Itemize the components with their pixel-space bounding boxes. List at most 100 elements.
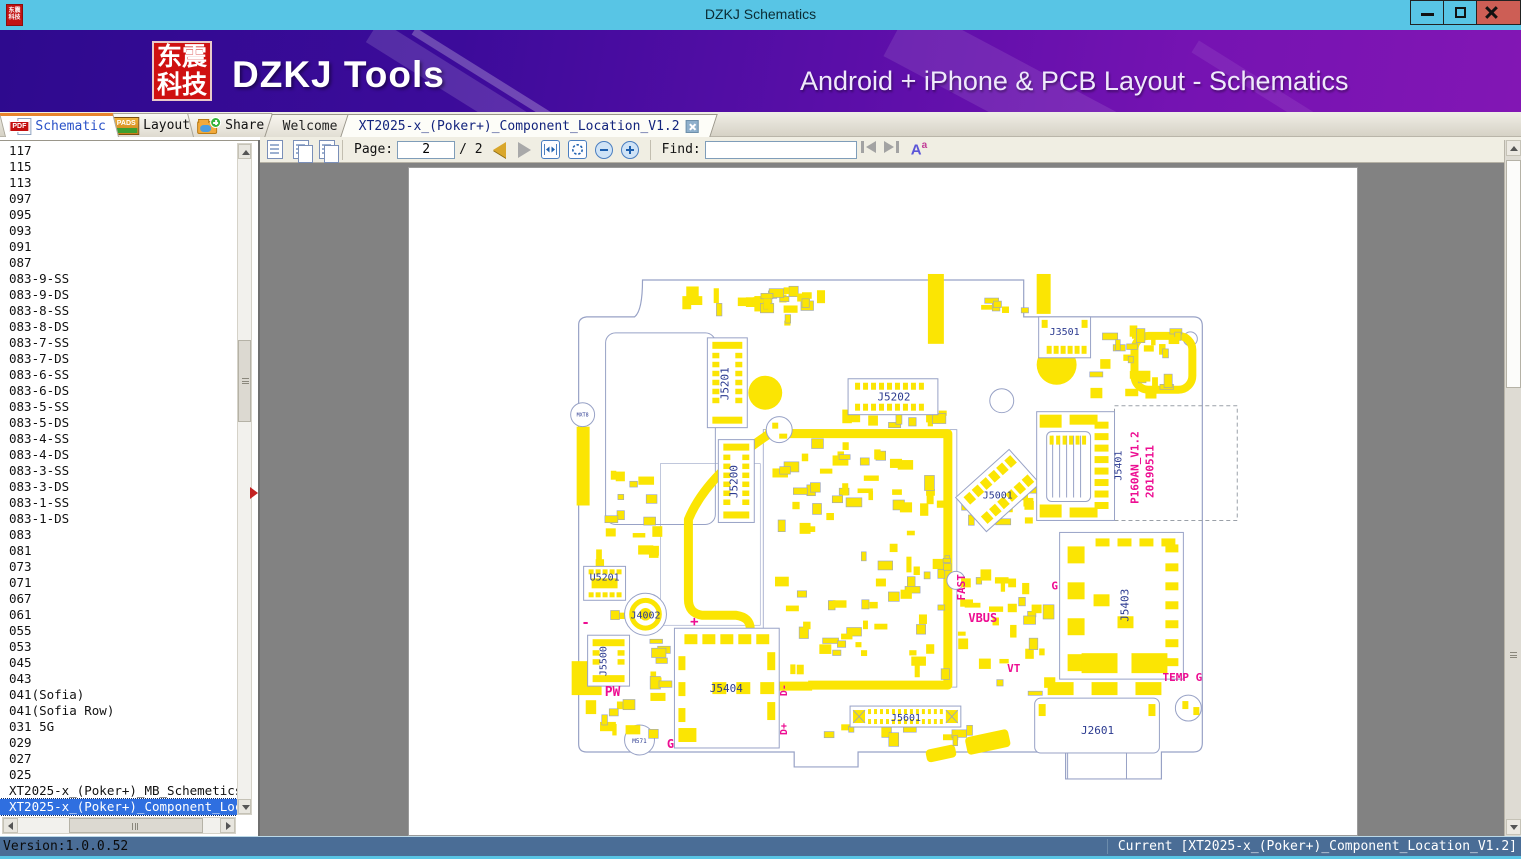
scrollbar-thumb[interactable] xyxy=(1506,160,1521,388)
sheet-list-item[interactable]: 083-7-DS xyxy=(0,351,237,367)
next-page-button[interactable] xyxy=(517,141,531,158)
sheet-list-item[interactable]: 029 xyxy=(0,735,237,751)
find-next-icon xyxy=(883,141,899,153)
sheet-list-item[interactable]: 041(Sofia Row) xyxy=(0,703,237,719)
scroll-down-button[interactable] xyxy=(238,799,251,814)
find-previous-button[interactable] xyxy=(860,140,877,159)
sidebar-horizontal-scrollbar[interactable] xyxy=(2,817,236,834)
header-banner: 东震 科技 DZKJ Tools Android + iPhone & PCB … xyxy=(0,30,1521,112)
brand-title: DZKJ Tools xyxy=(232,54,445,95)
close-tab-icon[interactable] xyxy=(685,119,699,133)
pcb-label: J5500 xyxy=(599,646,610,676)
sidebar-vertical-scrollbar[interactable] xyxy=(237,143,252,815)
pcb-label: J5403 xyxy=(1118,589,1131,622)
sheet-list-item[interactable]: 083-3-SS xyxy=(0,463,237,479)
sheet-list-item[interactable]: 083-6-DS xyxy=(0,383,237,399)
brand-logo: 东震 科技 xyxy=(152,41,212,101)
pcb-label: G xyxy=(667,737,674,751)
sheet-list-item[interactable]: 083-1-SS xyxy=(0,495,237,511)
banner-tagline: Android + iPhone & PCB Layout - Schemati… xyxy=(800,66,1349,96)
maximize-icon xyxy=(1455,7,1466,18)
pcb-label: J5001 xyxy=(983,491,1013,502)
sheet-list-item[interactable]: 053 xyxy=(0,639,237,655)
sheet-list-item[interactable]: XT2025-x_(Poker+)_Component_Location_V1.… xyxy=(0,798,237,816)
page-input[interactable] xyxy=(397,140,456,159)
scrollbar-thumb[interactable] xyxy=(238,340,251,422)
sheet-list-item[interactable]: 083-8-SS xyxy=(0,303,237,319)
sheet-list-item[interactable]: 091 xyxy=(0,239,237,255)
find-input[interactable] xyxy=(704,140,857,159)
sheet-list-item[interactable]: 081 xyxy=(0,543,237,559)
sheet-list-item[interactable]: 055 xyxy=(0,623,237,639)
zoom-out-button[interactable] xyxy=(594,140,613,159)
pcb-label: J2601 xyxy=(1081,724,1114,737)
sheet-list-item[interactable]: 115 xyxy=(0,159,237,175)
sheet-list-item[interactable]: 071 xyxy=(0,575,237,591)
sheet-list-item[interactable]: 097 xyxy=(0,191,237,207)
sheet-list-item[interactable]: 093 xyxy=(0,223,237,239)
pcb-label: FAST xyxy=(955,574,968,601)
fit-page-button[interactable] xyxy=(567,140,587,159)
sheet-list-item[interactable]: 083-3-DS xyxy=(0,479,237,495)
maximize-button[interactable] xyxy=(1444,1,1477,24)
sheet-list-item[interactable]: 083-1-DS xyxy=(0,511,237,527)
document-vertical-scrollbar[interactable] xyxy=(1504,140,1521,836)
previous-page-button[interactable] xyxy=(492,141,506,158)
sheet-list-item[interactable]: 095 xyxy=(0,207,237,223)
sheet-list-item[interactable]: 083-4-SS xyxy=(0,431,237,447)
sheet-list-item[interactable]: 025 xyxy=(0,767,237,783)
scrollbar-thumb[interactable] xyxy=(69,818,203,833)
folder-plus-icon xyxy=(197,117,222,134)
panel-splitter-arrow[interactable] xyxy=(250,487,258,499)
minimize-button[interactable] xyxy=(1411,1,1444,24)
zoom-in-button[interactable] xyxy=(620,140,639,159)
scroll-up-button[interactable] xyxy=(238,144,251,159)
facing-page-view-icon[interactable] xyxy=(319,140,339,163)
sheet-list-item[interactable]: 043 xyxy=(0,671,237,687)
scroll-left-button[interactable] xyxy=(3,818,18,833)
sheet-list-item[interactable]: 113 xyxy=(0,175,237,191)
scroll-up-button[interactable] xyxy=(1506,140,1521,156)
sheet-list-item[interactable]: 061 xyxy=(0,607,237,623)
sheet-list-item[interactable]: 067 xyxy=(0,591,237,607)
multi-page-view-icon[interactable] xyxy=(293,140,313,163)
page-label: Page: xyxy=(354,142,394,157)
sheet-list-item[interactable]: 083-8-DS xyxy=(0,319,237,335)
find-next-button[interactable] xyxy=(883,140,900,159)
sheet-list-item[interactable]: 031 5G xyxy=(0,719,237,735)
sheet-list-item[interactable]: 083-4-DS xyxy=(0,447,237,463)
sheet-list-item[interactable]: 083-9-SS xyxy=(0,271,237,287)
pcb-label: J4002 xyxy=(630,610,660,621)
sheet-list-item[interactable]: 083-5-DS xyxy=(0,415,237,431)
sheet-list-item[interactable]: 083 xyxy=(0,527,237,543)
scroll-down-button[interactable] xyxy=(1506,819,1521,835)
tab-schematic[interactable]: PDF Schematic xyxy=(0,113,120,137)
sheet-list-item[interactable]: 041(Sofia) xyxy=(0,687,237,703)
sheet-list-item[interactable]: XT2025-x_(Poker+)_MB_Schemetics_V1.2 xyxy=(0,783,237,799)
pdf-icon: PDF xyxy=(9,118,32,135)
sheet-list-item[interactable]: 083-5-SS xyxy=(0,399,237,415)
find-previous-icon xyxy=(860,141,876,153)
document-viewport[interactable]: J5201 J5200 J5202 J3501 J5001 J5401 P160AN_V1.… xyxy=(260,163,1504,836)
doc-tab-component-location[interactable]: XT2025-x_(Poker+)_Component_Location_V1.… xyxy=(340,114,718,137)
single-page-view-icon[interactable] xyxy=(267,140,283,159)
close-button[interactable] xyxy=(1477,1,1520,24)
sheet-list-item[interactable]: 117 xyxy=(0,143,237,159)
tab-bar: PDF Schematic PADS Layout Share Welcome … xyxy=(0,112,1521,137)
pcb-label: U5201 xyxy=(590,572,620,583)
fit-width-button[interactable] xyxy=(540,140,560,159)
scroll-right-button[interactable] xyxy=(220,818,235,833)
sheet-list-panel: 117 115 113 097 095 093 091 087 083-9-SS 083-9-DS… xyxy=(0,140,258,836)
sheet-list-item[interactable]: 087 xyxy=(0,255,237,271)
sheet-list-item[interactable]: 045 xyxy=(0,655,237,671)
sheet-list-item[interactable]: 083-6-SS xyxy=(0,367,237,383)
page-total: / 2 xyxy=(459,142,483,157)
pcb-label: J5201 xyxy=(718,367,731,400)
document-page[interactable]: J5201 J5200 J5202 J3501 J5001 J5401 P160AN_V1.… xyxy=(408,167,1358,836)
sheet-list-item[interactable]: 083-9-DS xyxy=(0,287,237,303)
sheet-list-item[interactable]: 073 xyxy=(0,559,237,575)
sheet-list-item[interactable]: 027 xyxy=(0,751,237,767)
sheet-list: 117 115 113 097 095 093 091 087 083-9-SS 083-9-DS… xyxy=(0,143,237,817)
font-size-button[interactable]: Aa xyxy=(911,140,927,159)
sheet-list-item[interactable]: 083-7-SS xyxy=(0,335,237,351)
